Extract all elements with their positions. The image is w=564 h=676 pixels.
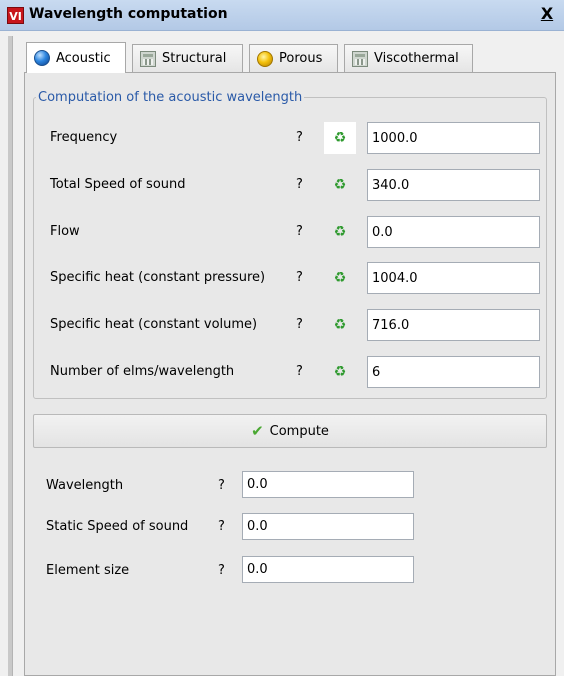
flow-input[interactable]: 0.0 <box>367 216 540 248</box>
flow-help-button[interactable]: ? <box>296 224 303 239</box>
tab-label: Viscothermal <box>374 51 459 66</box>
tab-viscothermal[interactable]: Viscothermal <box>344 44 473 72</box>
element-size-help-button[interactable]: ? <box>218 563 225 578</box>
specific-heat-pressure-input[interactable]: 1004.0 <box>367 262 540 294</box>
refresh-icon[interactable]: ♻ <box>332 364 348 380</box>
element-size-output[interactable]: 0.0 <box>242 556 414 583</box>
frequency-help-button[interactable]: ? <box>296 130 303 145</box>
specific-heat-pressure-help-button[interactable]: ? <box>296 270 303 285</box>
compute-button[interactable]: ✔ Compute <box>33 414 547 448</box>
refresh-icon[interactable]: ♻ <box>332 270 348 286</box>
refresh-icon[interactable]: ♻ <box>324 122 356 154</box>
tab-structural[interactable]: Structural <box>132 44 243 72</box>
element-size-label: Element size <box>46 563 130 578</box>
specific-heat-volume-label: Specific heat (constant volume) <box>50 317 258 332</box>
specific-heat-volume-help-button[interactable]: ? <box>296 317 303 332</box>
elements-per-wavelength-help-button[interactable]: ? <box>296 364 303 379</box>
app-logo-icon: VI <box>7 7 24 24</box>
tab-acoustic[interactable]: Acoustic <box>26 42 126 73</box>
tab-label: Porous <box>279 51 323 66</box>
compute-label: Compute <box>269 423 329 439</box>
elements-per-wavelength-input[interactable]: 6 <box>367 356 540 388</box>
close-button[interactable]: X <box>536 4 558 24</box>
window-left-border <box>8 36 13 676</box>
elements-per-wavelength-label: Number of elms/wavelength <box>50 364 235 379</box>
window-title: Wavelength computation <box>29 6 228 22</box>
globe-icon <box>34 50 50 66</box>
total-speed-of-sound-label: Total Speed of sound <box>50 177 186 192</box>
total-speed-of-sound-input[interactable]: 340.0 <box>367 169 540 201</box>
refresh-icon[interactable]: ♻ <box>332 317 348 333</box>
static-speed-help-button[interactable]: ? <box>218 519 225 534</box>
sphere-icon <box>257 50 273 67</box>
static-speed-of-sound-output[interactable]: 0.0 <box>242 513 414 540</box>
flow-label: Flow <box>50 224 80 239</box>
static-speed-of-sound-label: Static Speed of sound <box>46 519 189 534</box>
specific-heat-pressure-label: Specific heat (constant pressure) <box>50 270 266 285</box>
check-icon: ✔ <box>251 422 264 440</box>
tab-label: Structural <box>162 51 227 66</box>
total-speed-help-button[interactable]: ? <box>296 177 303 192</box>
title-bar: VI Wavelength computation X <box>0 0 564 31</box>
frequency-label: Frequency <box>50 130 118 145</box>
frequency-input[interactable]: 1000.0 <box>367 122 540 154</box>
calculator-icon <box>352 50 368 67</box>
groupbox-title: Computation of the acoustic wavelength <box>36 90 305 105</box>
refresh-icon[interactable]: ♻ <box>332 177 348 193</box>
specific-heat-volume-input[interactable]: 716.0 <box>367 309 540 341</box>
tab-porous[interactable]: Porous <box>249 44 338 72</box>
refresh-icon[interactable]: ♻ <box>332 224 348 240</box>
tab-label: Acoustic <box>56 50 111 66</box>
calculator-icon <box>140 50 156 67</box>
wavelength-label: Wavelength <box>46 478 124 493</box>
wavelength-output[interactable]: 0.0 <box>242 471 414 498</box>
wavelength-help-button[interactable]: ? <box>218 478 225 493</box>
